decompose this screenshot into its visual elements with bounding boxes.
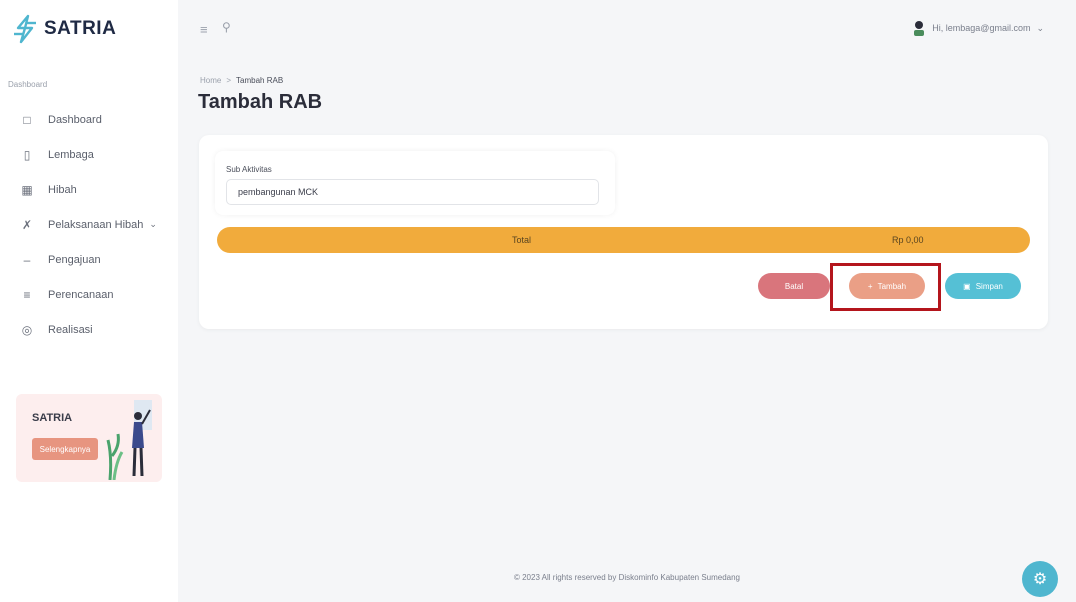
building-icon: ▯ bbox=[23, 147, 31, 162]
sub-aktivitas-box: Sub Aktivitas bbox=[215, 151, 615, 215]
simpan-button[interactable]: ▣ Simpan bbox=[945, 273, 1021, 299]
total-bar: Total Rp 0,00 bbox=[217, 227, 1030, 253]
page-title: Tambah RAB bbox=[198, 91, 323, 113]
sidebar-item-realisasi[interactable]: ◎ Realisasi bbox=[20, 312, 170, 347]
gear-icon: ⚙ bbox=[1032, 571, 1048, 588]
user-email: Hi, lembaga@gmail.com bbox=[932, 23, 1031, 33]
sub-aktivitas-label: Sub Aktivitas bbox=[226, 165, 272, 174]
sidebar-section-label: Dashboard bbox=[8, 80, 48, 89]
sidebar-item-label: Dashboard bbox=[48, 113, 102, 126]
sidebar-item-label: Pengajuan bbox=[48, 253, 101, 266]
avatar bbox=[914, 21, 925, 36]
batal-button[interactable]: Batal bbox=[758, 273, 830, 299]
promo-title: SATRIA bbox=[32, 412, 73, 424]
target-icon: ◎ bbox=[21, 322, 33, 337]
sidebar-item-label: Perencanaan bbox=[48, 288, 114, 301]
sidebar-item-pelaksanaan-hibah[interactable]: ✗ Pelaksanaan Hibah ⌄ bbox=[20, 207, 170, 242]
sidebar-item-label: Realisasi bbox=[48, 323, 93, 336]
list-icon: ≡ bbox=[23, 287, 31, 302]
sidebar-item-hibah[interactable]: ▦ Hibah bbox=[20, 172, 170, 207]
sidebar-menu: □ Dashboard ▯ Lembaga ▦ Hibah ✗ Pelaksan… bbox=[20, 102, 170, 347]
dash-icon: – bbox=[23, 252, 31, 267]
monitor-icon: □ bbox=[23, 112, 31, 127]
breadcrumb: Home > Tambah RAB bbox=[200, 76, 283, 85]
total-value: Rp 0,00 bbox=[892, 235, 924, 245]
user-menu[interactable]: Hi, lembaga@gmail.com ⌄ bbox=[912, 20, 1044, 36]
highlight-box bbox=[830, 263, 941, 311]
sidebar-item-dashboard[interactable]: □ Dashboard bbox=[20, 102, 170, 137]
sidebar-item-perencanaan[interactable]: ≡ Perencanaan bbox=[20, 277, 170, 312]
save-icon: ▣ bbox=[963, 281, 971, 291]
sidebar: SATRIA Dashboard □ Dashboard ▯ Lembaga ▦… bbox=[0, 0, 178, 602]
batal-label: Batal bbox=[784, 281, 804, 291]
sidebar-item-lembaga[interactable]: ▯ Lembaga bbox=[20, 137, 170, 172]
sidebar-item-label: Pelaksanaan Hibah bbox=[48, 218, 144, 231]
promo-button[interactable]: Selengkapnya bbox=[32, 438, 98, 460]
person-illustration-icon bbox=[106, 400, 152, 480]
simpan-label: Simpan bbox=[975, 281, 1003, 291]
sub-aktivitas-input[interactable] bbox=[226, 179, 599, 205]
sidebar-item-pengajuan[interactable]: – Pengajuan bbox=[20, 242, 170, 277]
breadcrumb-separator: > bbox=[226, 76, 232, 85]
footer: © 2023 All rights reserved by Diskominfo… bbox=[513, 573, 741, 582]
breadcrumb-home[interactable]: Home bbox=[200, 76, 221, 85]
topbar: ≡ ⚲ Hi, lembaga@gmail.com ⌄ bbox=[178, 0, 1076, 58]
total-label: Total bbox=[512, 235, 532, 245]
promo-card: SATRIA Selengkapnya bbox=[16, 394, 162, 482]
settings-fab[interactable]: ⚙ bbox=[1022, 561, 1058, 597]
sidebar-item-label: Hibah bbox=[48, 183, 77, 196]
satria-logo-icon bbox=[14, 14, 36, 44]
rab-form-card: Sub Aktivitas Total Rp 0,00 Batal + Tamb… bbox=[199, 135, 1048, 329]
shuffle-icon: ✗ bbox=[21, 217, 33, 232]
app-logo[interactable]: SATRIA bbox=[12, 14, 116, 44]
chevron-down-icon: ⌄ bbox=[149, 219, 157, 229]
search-icon[interactable]: ⚲ bbox=[222, 20, 231, 34]
menu-icon[interactable]: ≡ bbox=[200, 22, 208, 37]
calendar-icon: ▦ bbox=[21, 182, 33, 197]
breadcrumb-current: Tambah RAB bbox=[236, 76, 284, 85]
sidebar-item-label: Lembaga bbox=[48, 148, 94, 161]
chevron-down-icon: ⌄ bbox=[1036, 22, 1044, 33]
app-name: SATRIA bbox=[44, 18, 117, 39]
